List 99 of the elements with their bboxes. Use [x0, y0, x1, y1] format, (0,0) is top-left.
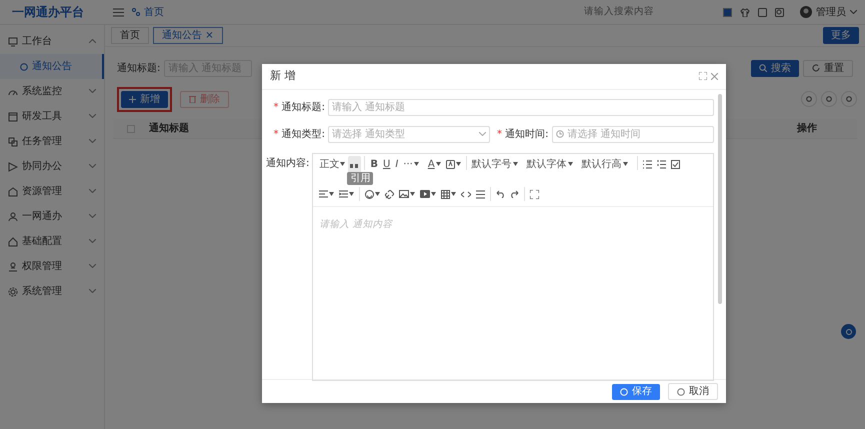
field-label: * 通知时间:: [496, 128, 550, 142]
column-header: 操作: [797, 122, 817, 136]
toolbar-button[interactable]: 正文: [317, 156, 348, 173]
chevron-icon: [89, 239, 96, 244]
tooltip: 引用: [347, 172, 374, 185]
theme-button[interactable]: [723, 8, 732, 16]
align-icon: [319, 190, 328, 198]
send-icon: [8, 162, 18, 172]
image-icon: [399, 190, 410, 198]
shirt-icon: [740, 8, 750, 16]
checkbox-icon: [670, 160, 680, 169]
field-label: * 通知类型:: [272, 128, 326, 142]
floating-button[interactable]: [841, 324, 856, 339]
indent-icon: [339, 190, 348, 198]
refresh-button[interactable]: [801, 91, 817, 107]
settings-icon: [8, 286, 18, 296]
tab[interactable]: 通知公告 ×: [153, 27, 223, 44]
add-button[interactable]: 新增: [121, 90, 168, 108]
fullscreen-icon: [699, 72, 707, 80]
dialog-title: 新 增: [270, 68, 296, 84]
fullscreen-icon: [758, 8, 767, 16]
field-label: 通知内容:: [266, 158, 310, 169]
tasks-icon: [8, 136, 18, 146]
rich-text-editor[interactable]: 正文 B U I ··· A 默认字号 默认字体 默认行高 引用 请输入 通知内容: [312, 152, 714, 381]
time-field[interactable]: 请选择 通知时间: [552, 126, 714, 143]
sidebar-subitem[interactable]: 通知公告: [0, 54, 104, 79]
avatar-icon: [800, 6, 812, 18]
sidebar-item[interactable]: 协同办公: [0, 154, 104, 179]
sidebar-item[interactable]: 系统管理: [0, 279, 104, 304]
toolbar-button[interactable]: 默认行高: [580, 156, 630, 173]
search-button[interactable]: 搜索: [751, 60, 799, 76]
columns-button[interactable]: [841, 91, 857, 107]
cancel-button[interactable]: 取消: [668, 383, 718, 400]
sidebar-item[interactable]: 研发工具: [0, 104, 104, 129]
sidebar-item[interactable]: 权限管理: [0, 254, 104, 279]
redo-icon: [510, 190, 520, 198]
caret-icon: [850, 10, 857, 14]
numbered-list-icon: [656, 160, 666, 169]
user-name[interactable]: 管理员: [816, 4, 846, 20]
link-icon: [385, 190, 394, 199]
sidebar-item[interactable]: 基础配置: [0, 229, 104, 254]
field-label: * 通知标题:: [272, 100, 326, 115]
bold-button[interactable]: B: [368, 156, 380, 173]
save-button[interactable]: 保存: [612, 384, 660, 400]
chevron-icon: [89, 164, 96, 168]
close-icon[interactable]: ×: [205, 30, 214, 41]
quote-button[interactable]: [348, 156, 362, 173]
column-header: 通知标题: [149, 122, 189, 136]
chevron-icon: [478, 132, 486, 136]
field-label: 通知标题:: [117, 62, 160, 76]
list-icon: [642, 160, 652, 169]
trash-icon: [189, 95, 196, 103]
sidebar-item[interactable]: 系统监控: [0, 79, 104, 104]
scrollbar[interactable]: [718, 94, 722, 304]
checkbox[interactable]: [127, 124, 135, 132]
tab[interactable]: 首页: [111, 27, 149, 44]
clock-icon: [556, 130, 564, 138]
underline-button[interactable]: U: [381, 156, 392, 173]
person-icon: [8, 262, 18, 272]
chevron-icon: [89, 264, 96, 268]
chevron-icon: [89, 39, 96, 44]
sidebar-item[interactable]: 资源管理: [0, 179, 104, 204]
divider-icon: [476, 190, 486, 199]
chevron-icon: [89, 139, 96, 144]
breadcrumb-link[interactable]: 首页: [144, 4, 164, 20]
fullscreen-icon: [530, 190, 540, 199]
monitor-icon: [8, 36, 18, 46]
chevron-icon: [89, 289, 96, 294]
circle-icon: [20, 62, 28, 70]
chevron-icon: [89, 214, 96, 218]
table-icon: [441, 190, 450, 199]
sidebar-item[interactable]: 工作台: [0, 29, 104, 54]
code-icon: [461, 190, 472, 198]
smiley-icon: [365, 190, 374, 199]
window-icon: [8, 112, 18, 122]
chevron-icon: [89, 89, 96, 94]
undo-icon: [496, 190, 506, 198]
input-field[interactable]: 请输入 通知标题: [328, 98, 714, 116]
box-icon: [8, 186, 18, 196]
toolbar-button[interactable]: 默认字体: [524, 156, 575, 173]
toolbar-button[interactable]: ···: [401, 156, 421, 173]
more-button[interactable]: 更多: [823, 27, 859, 44]
reset-button[interactable]: 重置: [803, 60, 853, 76]
plus-icon: [129, 96, 136, 102]
house-icon: [8, 236, 18, 246]
chevron-icon: [89, 114, 96, 118]
editor-placeholder: 请输入 通知内容: [319, 218, 392, 230]
italic-button[interactable]: I: [393, 156, 400, 173]
search-button[interactable]: [821, 91, 837, 107]
select-field[interactable]: 请选择 通知类型: [328, 126, 490, 143]
app-logo: 一网通办平台: [12, 5, 84, 19]
user-icon: [8, 212, 18, 222]
sidebar-item[interactable]: 一网通办: [0, 204, 104, 229]
sidebar-item[interactable]: 任务管理: [0, 129, 104, 154]
font-color-button[interactable]: A: [426, 156, 443, 173]
highlight-icon: [446, 160, 455, 169]
link-icon: [132, 8, 140, 16]
toolbar-button[interactable]: 默认字号: [470, 156, 520, 173]
chevron-icon: [89, 189, 96, 194]
